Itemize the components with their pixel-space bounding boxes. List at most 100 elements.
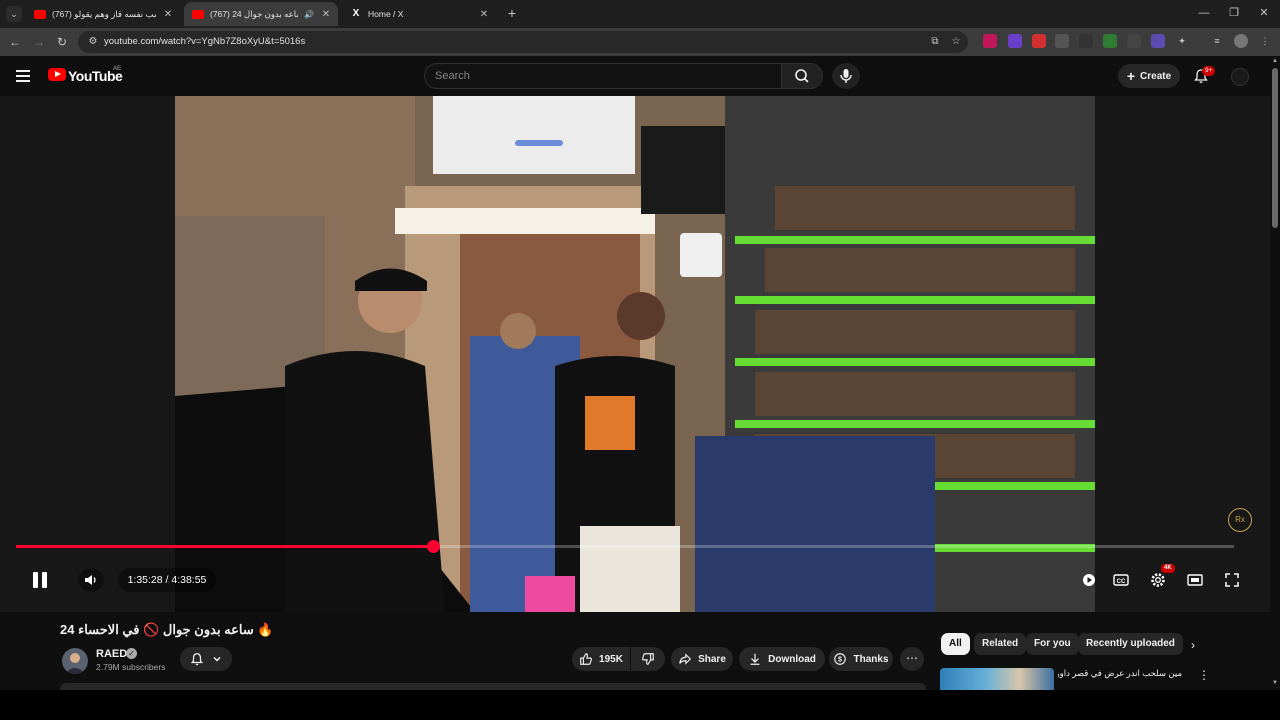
- channel-avatar[interactable]: [62, 648, 88, 674]
- tab-title: (767) 24 ساعه بدون جوال: [210, 8, 299, 19]
- extension-icon[interactable]: [1055, 34, 1069, 48]
- voice-search-button[interactable]: [832, 63, 860, 89]
- video-frame[interactable]: [175, 96, 1095, 612]
- url-text[interactable]: youtube.com/watch?v=YgNb7Z8oXyU&t=5016s: [104, 36, 305, 47]
- more-actions-icon[interactable]: ⋯: [900, 647, 924, 671]
- bell-icon: [190, 653, 204, 666]
- page-scrollbar[interactable]: ▲ ▼: [1270, 56, 1280, 690]
- progress-played: [16, 545, 434, 548]
- scroll-down-arrow-icon[interactable]: ▼: [1271, 680, 1279, 688]
- extension-icon[interactable]: [1127, 34, 1141, 48]
- extension-icon[interactable]: [1151, 34, 1165, 48]
- autoplay-toggle-icon[interactable]: [1077, 568, 1101, 592]
- tab-search-button[interactable]: ⌄: [6, 6, 22, 22]
- search-input[interactable]: Search: [424, 63, 782, 89]
- download-label: Download: [768, 653, 816, 665]
- share-button[interactable]: Share: [671, 647, 733, 671]
- search-button[interactable]: [781, 63, 823, 89]
- country-code: AE: [113, 66, 122, 72]
- extension-icon[interactable]: [1008, 34, 1022, 48]
- create-button[interactable]: + Create: [1118, 64, 1180, 88]
- address-bar[interactable]: ⚙ youtube.com/watch?v=YgNb7Z8oXyU&t=5016…: [78, 31, 968, 53]
- browser-menu-icon[interactable]: ⋮: [1258, 34, 1272, 48]
- browser-tab-active[interactable]: (767) 24 ساعه بدون جوال 🔊 ✕: [184, 2, 338, 26]
- media-controls-icon[interactable]: ≡: [1210, 34, 1224, 48]
- x-favicon-icon: X: [352, 8, 360, 19]
- time-display: 1:35:28 / 4:38:55: [118, 568, 216, 592]
- recommended-video-title[interactable]: مين سلحب اندر عرض في قصر داور !!: [1058, 668, 1182, 679]
- search-icon: [795, 69, 809, 83]
- video-frame-image: [175, 96, 1095, 612]
- youtube-favicon-icon: [192, 9, 204, 19]
- maximize-button[interactable]: ❐: [1224, 5, 1244, 21]
- browser-tab[interactable]: X Home / X ✕: [342, 2, 496, 26]
- notification-count-badge: 9+: [1202, 66, 1216, 76]
- channel-watermark-icon[interactable]: Rx: [1228, 508, 1252, 532]
- extension-icon[interactable]: [1079, 34, 1093, 48]
- pause-button[interactable]: [28, 568, 52, 592]
- forward-arrow-icon[interactable]: →: [31, 34, 47, 50]
- audio-playing-icon[interactable]: 🔊: [304, 10, 314, 19]
- volume-icon: [85, 575, 96, 585]
- site-info-icon[interactable]: ⚙: [86, 35, 100, 49]
- reload-icon[interactable]: ↻: [54, 34, 70, 50]
- download-icon: [750, 653, 760, 665]
- scrubber-handle[interactable]: [427, 540, 441, 553]
- extension-icon[interactable]: [1032, 34, 1046, 48]
- youtube-favicon-icon: [34, 9, 46, 19]
- puzzle-icon[interactable]: ✦: [1175, 34, 1189, 48]
- theater-mode-icon[interactable]: [1183, 568, 1207, 592]
- super-thanks-icon: $: [834, 653, 847, 665]
- subscribed-notifications-button[interactable]: [180, 647, 232, 671]
- minimize-button[interactable]: —: [1194, 5, 1214, 21]
- back-arrow-icon[interactable]: ←: [7, 34, 23, 50]
- subscriber-count: 2.79M subscribers: [96, 662, 166, 672]
- chip-for-you[interactable]: For you: [1026, 633, 1079, 655]
- profile-avatar-icon[interactable]: [1234, 34, 1248, 48]
- share-icon: [679, 653, 692, 665]
- share-label: Share: [698, 653, 726, 665]
- chip-recently-uploaded[interactable]: Recently uploaded: [1078, 633, 1183, 655]
- progress-bar[interactable]: [16, 540, 1234, 553]
- download-button[interactable]: Download: [739, 647, 825, 671]
- tab-title: Home / X: [368, 9, 404, 19]
- new-tab-button[interactable]: +: [504, 5, 520, 21]
- thumbs-down-icon: [642, 653, 654, 665]
- youtube-logo-icon[interactable]: [48, 68, 66, 81]
- dislike-button[interactable]: [631, 647, 665, 671]
- tab-close-icon[interactable]: ✕: [478, 9, 490, 20]
- captions-icon[interactable]: CC: [1109, 568, 1133, 592]
- bookmark-star-icon[interactable]: ☆: [949, 35, 963, 49]
- recommended-video-thumbnail[interactable]: [940, 668, 1054, 690]
- scrollbar-thumb[interactable]: [1272, 68, 1278, 228]
- tab-close-icon[interactable]: ✕: [162, 9, 174, 20]
- verified-check-icon: ✓: [126, 648, 137, 659]
- scroll-up-arrow-icon[interactable]: ▲: [1271, 58, 1279, 66]
- chip-all[interactable]: All: [941, 633, 970, 655]
- plus-icon: +: [1126, 68, 1136, 84]
- tab-title: (767) يحسب نفسه فاز وهم يقولو: [52, 8, 156, 19]
- thanks-button[interactable]: $ Thanks: [829, 647, 893, 671]
- tab-close-icon[interactable]: ✕: [320, 9, 332, 20]
- shield-icon[interactable]: [1103, 34, 1117, 48]
- volume-button[interactable]: [78, 568, 104, 592]
- microphone-icon: [840, 69, 852, 83]
- hamburger-menu-icon[interactable]: [16, 70, 30, 82]
- svg-text:$: $: [839, 657, 843, 664]
- search-placeholder: Search: [435, 70, 470, 82]
- browser-tab[interactable]: (767) يحسب نفسه فاز وهم يقولو ✕: [26, 2, 180, 26]
- chevron-down-icon: [213, 656, 221, 662]
- account-avatar[interactable]: [1231, 68, 1249, 86]
- video-player[interactable]: Rx 1:35:28 / 4:38:55 CC 4K: [0, 96, 1270, 612]
- extension-icon[interactable]: [983, 34, 997, 48]
- fullscreen-icon[interactable]: [1220, 568, 1244, 592]
- chevron-right-icon[interactable]: ›: [1184, 636, 1202, 654]
- chip-related[interactable]: Related: [974, 633, 1027, 655]
- description-box[interactable]: [60, 683, 926, 690]
- recommended-more-icon[interactable]: ⋮: [1198, 668, 1210, 684]
- thanks-label: Thanks: [853, 653, 889, 665]
- like-button[interactable]: 195K: [572, 647, 630, 671]
- channel-name[interactable]: RAED: [96, 648, 127, 660]
- install-app-icon[interactable]: ⧉: [928, 35, 942, 49]
- close-window-button[interactable]: ✕: [1254, 5, 1274, 21]
